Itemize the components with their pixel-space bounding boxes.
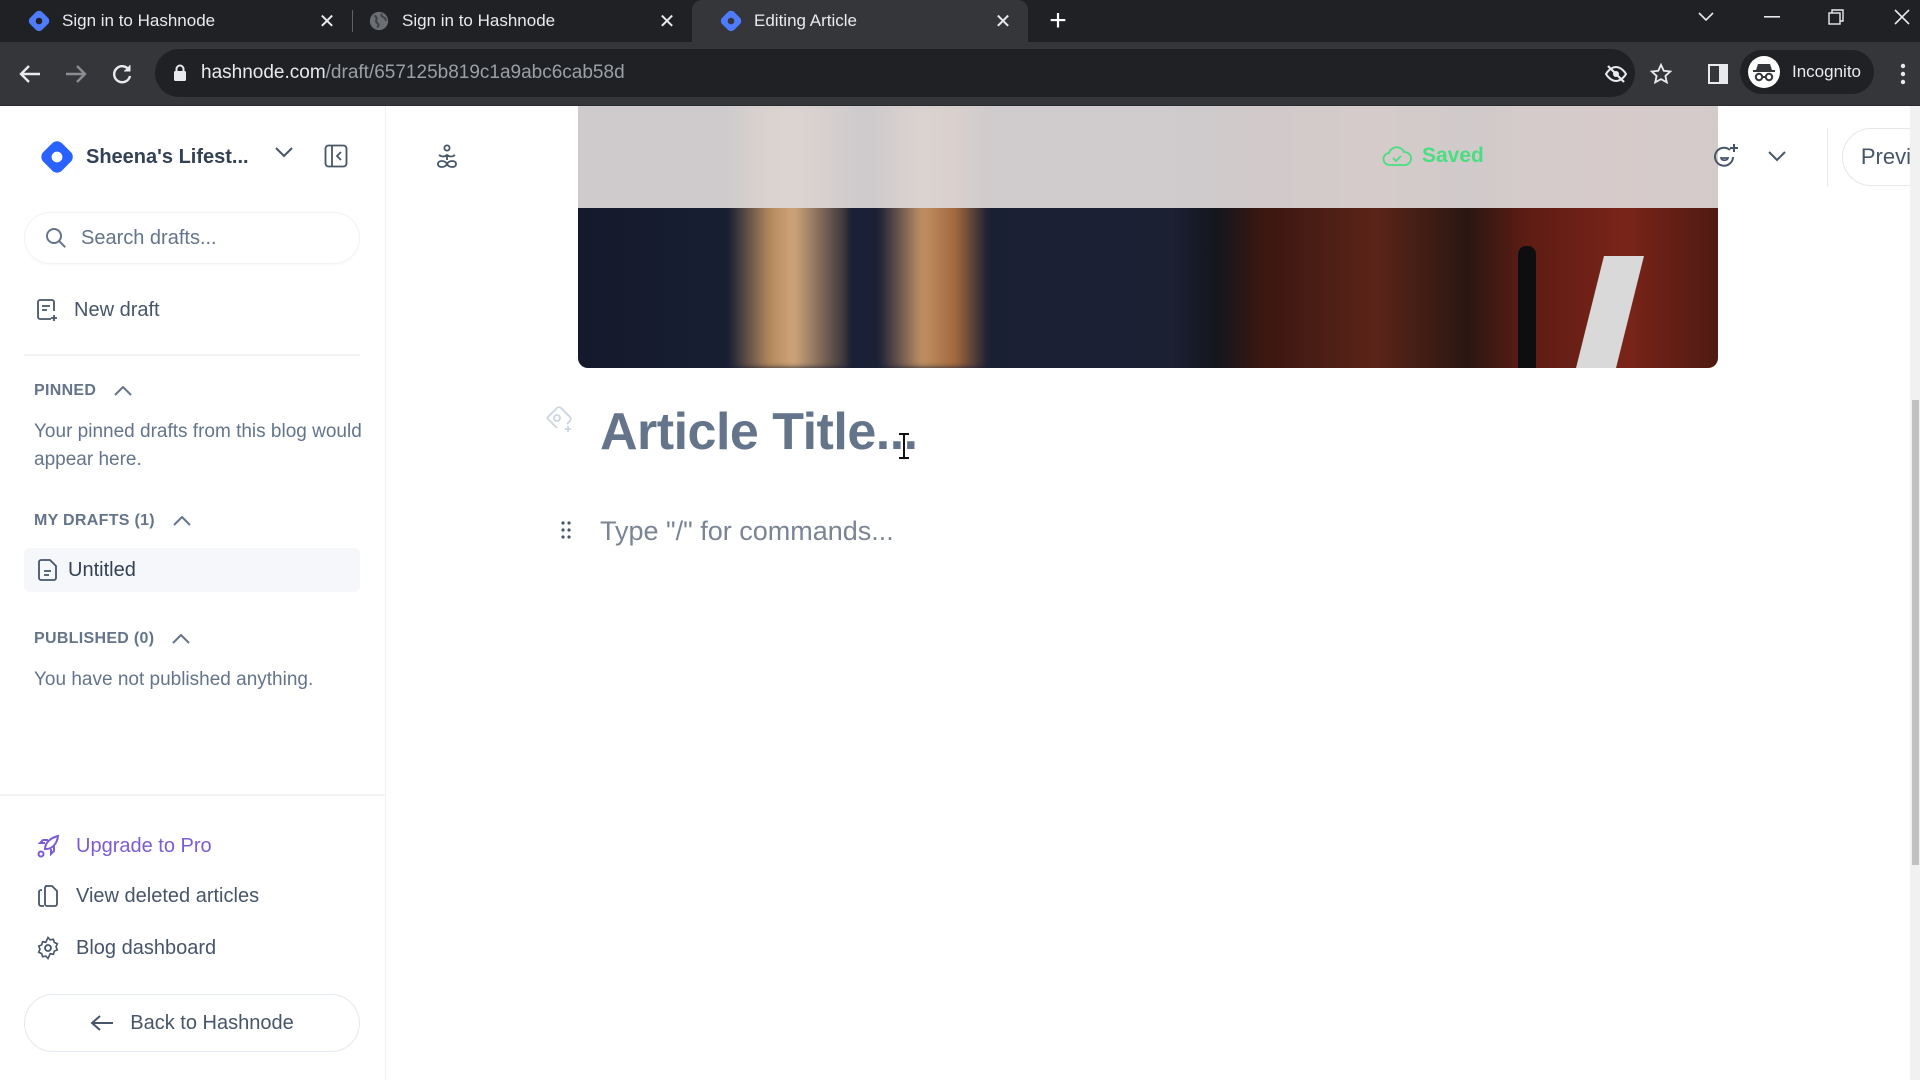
divider <box>0 794 386 796</box>
blog-dashboard-label: Blog dashboard <box>76 936 217 959</box>
pinned-section-toggle[interactable]: PINNED <box>34 382 132 400</box>
browser-tab[interactable]: Sign in to Hashnode ✕ <box>340 0 692 42</box>
profile-label: Incognito <box>1792 62 1861 81</box>
reload-icon[interactable] <box>104 56 140 92</box>
lock-icon <box>174 64 186 81</box>
zen-mode-button[interactable] <box>434 144 460 177</box>
cloud-check-icon <box>1382 146 1412 166</box>
editor-topbar: Saved Preview Publish <box>578 106 1920 208</box>
draft-title: Untitled <box>68 558 136 581</box>
editor-area: Saved Preview Publish Type "/" for comma… <box>386 106 1920 1080</box>
tab-title: Sign in to Hashnode <box>402 11 556 30</box>
add-subtitle-icon[interactable] <box>544 404 574 434</box>
globe-icon <box>369 11 389 31</box>
browser-tab-active[interactable]: Editing Article ✕ <box>692 0 1028 42</box>
more-options-dropdown[interactable] <box>1768 150 1786 162</box>
article-body-placeholder[interactable]: Type "/" for commands... <box>600 516 894 547</box>
drafts-sidebar: Sheena's Lifest... New draft PINNED Your… <box>0 106 386 1080</box>
cover-image-detail <box>1518 246 1536 368</box>
side-panel-icon[interactable] <box>1705 61 1731 87</box>
minimize-icon[interactable] <box>1752 0 1792 34</box>
search-drafts-input[interactable] <box>81 226 321 250</box>
blog-dashboard-link[interactable]: Blog dashboard <box>36 936 216 960</box>
incognito-icon <box>1748 56 1780 88</box>
browser-tab[interactable]: Sign in to Hashnode ✕ <box>0 0 352 42</box>
hashnode-logo-icon <box>41 141 73 173</box>
document-icon <box>38 559 57 581</box>
zen-mode-icon <box>437 144 457 168</box>
cover-image-detail <box>1576 256 1644 368</box>
drag-handle-icon <box>561 521 571 539</box>
chevron-up-icon <box>173 516 191 526</box>
search-icon <box>46 228 66 248</box>
upgrade-label: Upgrade to Pro <box>76 834 212 857</box>
chevron-up-icon <box>114 386 132 396</box>
browser-tabstrip: Sign in to Hashnode ✕ Sign in to Hashnod… <box>0 0 1920 42</box>
tab-title: Editing Article <box>754 11 857 30</box>
new-tab-button[interactable]: + <box>1044 6 1072 36</box>
toolbar-divider <box>1827 128 1828 186</box>
save-status: Saved <box>1382 144 1484 168</box>
back-to-hashnode-button[interactable]: Back to Hashnode <box>24 994 360 1052</box>
browser-toolbar: hashnode.com/draft/657125b819c1a9abc6cab… <box>0 42 1920 106</box>
new-draft-button[interactable]: New draft <box>36 298 160 322</box>
eye-off-icon[interactable] <box>1603 61 1629 87</box>
blog-switcher[interactable]: Sheena's Lifest... <box>40 140 258 174</box>
ai-sparkle-icon <box>1714 144 1738 167</box>
published-heading: PUBLISHED (0) <box>34 630 155 647</box>
close-tab-icon[interactable]: ✕ <box>316 10 338 33</box>
view-deleted-label: View deleted articles <box>76 884 260 907</box>
close-tab-icon[interactable]: ✕ <box>992 10 1014 33</box>
url-text: hashnode.com/draft/657125b819c1a9abc6cab… <box>201 62 625 84</box>
divider <box>24 354 360 356</box>
restore-icon[interactable] <box>1816 0 1856 34</box>
address-bar[interactable]: hashnode.com/draft/657125b819c1a9abc6cab… <box>155 49 1635 97</box>
hashnode-logo-icon <box>720 10 742 32</box>
upgrade-to-pro-link[interactable]: Upgrade to Pro <box>36 834 212 858</box>
collapse-sidebar-icon[interactable] <box>324 144 348 168</box>
my-drafts-section-toggle[interactable]: MY DRAFTS (1) <box>34 512 191 530</box>
forward-icon[interactable] <box>58 56 94 92</box>
preview-button[interactable]: Preview <box>1842 128 1920 186</box>
bookmark-star-icon[interactable] <box>1648 61 1674 87</box>
my-drafts-heading: MY DRAFTS (1) <box>34 512 155 529</box>
published-empty-text: You have not published anything. <box>34 669 314 690</box>
gear-icon <box>37 936 59 960</box>
pinned-heading: PINNED <box>34 382 97 399</box>
title-row <box>544 404 574 434</box>
draft-list-item[interactable]: Untitled <box>24 548 360 592</box>
view-deleted-articles-link[interactable]: View deleted articles <box>36 884 259 908</box>
new-draft-icon <box>37 299 57 321</box>
arrow-left-icon <box>90 1015 114 1031</box>
close-window-icon[interactable] <box>1882 0 1920 34</box>
tab-title: Sign in to Hashnode <box>62 11 216 30</box>
close-tab-icon[interactable]: ✕ <box>656 10 678 33</box>
blog-name: Sheena's Lifest... <box>86 145 249 168</box>
scrollbar-thumb[interactable] <box>1912 400 1919 865</box>
published-section-toggle[interactable]: PUBLISHED (0) <box>34 630 191 648</box>
search-drafts[interactable] <box>24 212 360 264</box>
tab-search-icon[interactable] <box>1686 0 1726 34</box>
ai-assistant-button[interactable] <box>1712 142 1740 170</box>
saved-label: Saved <box>1422 144 1484 167</box>
url-host: hashnode.com <box>201 62 326 83</box>
text-cursor-icon <box>899 433 909 459</box>
topbar-backdrop <box>578 106 1718 208</box>
back-icon[interactable] <box>12 56 48 92</box>
pinned-empty-text: Your pinned drafts from this blog would … <box>34 421 362 470</box>
browser-menu-icon[interactable] <box>1890 61 1916 87</box>
url-path: /draft/657125b819c1a9abc6cab58d <box>325 62 625 83</box>
deleted-files-icon <box>38 885 58 907</box>
chevron-down-icon[interactable] <box>274 146 294 158</box>
hashnode-logo-icon <box>28 10 50 32</box>
chevron-down-icon <box>1768 151 1786 162</box>
article-title-input[interactable] <box>600 402 1500 462</box>
incognito-profile-button[interactable]: Incognito <box>1740 50 1874 94</box>
back-label: Back to Hashnode <box>130 1011 294 1034</box>
new-draft-label: New draft <box>74 298 160 321</box>
rocket-icon <box>37 834 60 858</box>
chevron-up-icon <box>172 634 191 644</box>
block-drag-handle[interactable] <box>560 520 572 545</box>
